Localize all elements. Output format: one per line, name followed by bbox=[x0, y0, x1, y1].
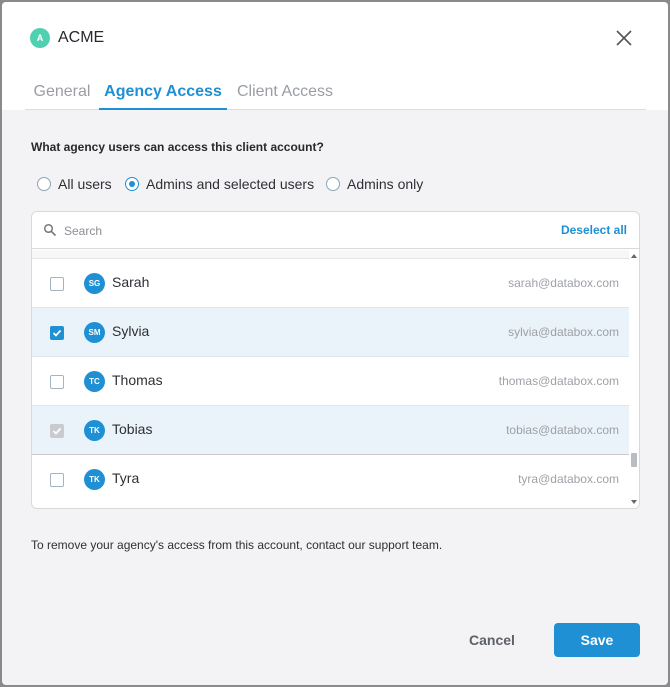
user-list-box: Deselect all SG Sarah sarah@databox.com … bbox=[31, 211, 640, 509]
user-checkbox[interactable] bbox=[50, 375, 64, 389]
user-email: sylvia@databox.com bbox=[508, 325, 619, 339]
radio-button[interactable] bbox=[37, 177, 51, 191]
user-name: Tyra bbox=[112, 470, 140, 486]
avatar: TC bbox=[84, 371, 105, 392]
list-item[interactable]: SM Sylvia sylvia@databox.com bbox=[32, 307, 629, 356]
list-item[interactable]: SG Sarah sarah@databox.com bbox=[32, 258, 629, 307]
user-email: tobias@databox.com bbox=[506, 423, 619, 437]
user-name: Sylvia bbox=[112, 323, 150, 339]
radio-admins-only[interactable]: Admins only bbox=[326, 175, 423, 193]
deselect-all-link[interactable]: Deselect all bbox=[561, 223, 627, 237]
scroll-up-icon[interactable] bbox=[631, 254, 637, 258]
client-title: ACME bbox=[58, 29, 105, 46]
list-scrollbar[interactable] bbox=[629, 250, 639, 508]
list-item[interactable]: TK Tobias tobias@databox.com bbox=[32, 405, 629, 454]
user-email: sarah@databox.com bbox=[508, 276, 619, 290]
support-note: To remove your agency's access from this… bbox=[31, 538, 443, 552]
search-input[interactable] bbox=[64, 220, 544, 242]
radio-button[interactable] bbox=[125, 177, 139, 191]
modal-header: A ACME General Agency Access Client Acce… bbox=[2, 2, 668, 110]
user-email: tyra@databox.com bbox=[518, 472, 619, 486]
user-name: Thomas bbox=[112, 372, 163, 388]
radio-label: Admins only bbox=[347, 176, 424, 192]
cancel-button[interactable]: Cancel bbox=[462, 624, 522, 656]
tab-client-access[interactable]: Client Access bbox=[236, 74, 334, 110]
list-item[interactable]: TC Thomas thomas@databox.com bbox=[32, 356, 629, 405]
radio-all-users[interactable]: All users bbox=[37, 175, 112, 193]
search-bar: Deselect all bbox=[32, 212, 639, 249]
user-name: Sarah bbox=[112, 274, 150, 290]
tab-general[interactable]: General bbox=[33, 74, 91, 110]
save-button[interactable]: Save bbox=[554, 623, 640, 657]
client-logo: A bbox=[30, 28, 50, 48]
user-checkbox bbox=[50, 424, 64, 438]
list-item[interactable]: TK Tyra tyra@databox.com bbox=[32, 454, 629, 503]
radio-button[interactable] bbox=[326, 177, 340, 191]
user-email: thomas@databox.com bbox=[498, 374, 619, 388]
tab-agency-access[interactable]: Agency Access bbox=[99, 74, 227, 110]
scroll-thumb[interactable] bbox=[631, 453, 637, 467]
avatar: SM bbox=[84, 322, 105, 343]
tab-bar: General Agency Access Client Access bbox=[25, 74, 646, 110]
close-icon bbox=[616, 30, 632, 46]
scroll-down-icon[interactable] bbox=[631, 500, 637, 504]
checkmark-icon bbox=[52, 329, 62, 337]
radio-label: All users bbox=[58, 176, 112, 192]
radio-admins-and-selected[interactable]: Admins and selected users bbox=[125, 175, 314, 193]
avatar: SG bbox=[84, 273, 105, 294]
avatar: TK bbox=[84, 420, 105, 441]
close-button[interactable] bbox=[613, 27, 635, 49]
checkmark-icon bbox=[52, 427, 62, 435]
client-settings-modal: A ACME General Agency Access Client Acce… bbox=[2, 2, 668, 685]
access-question: What agency users can access this client… bbox=[31, 140, 324, 154]
user-checkbox[interactable] bbox=[50, 473, 64, 487]
avatar: TK bbox=[84, 469, 105, 490]
list-top-edge bbox=[32, 250, 629, 258]
search-icon bbox=[43, 223, 57, 237]
user-checkbox[interactable] bbox=[50, 326, 64, 340]
user-checkbox[interactable] bbox=[50, 277, 64, 291]
user-name: Tobias bbox=[112, 421, 153, 437]
radio-label: Admins and selected users bbox=[146, 176, 315, 192]
